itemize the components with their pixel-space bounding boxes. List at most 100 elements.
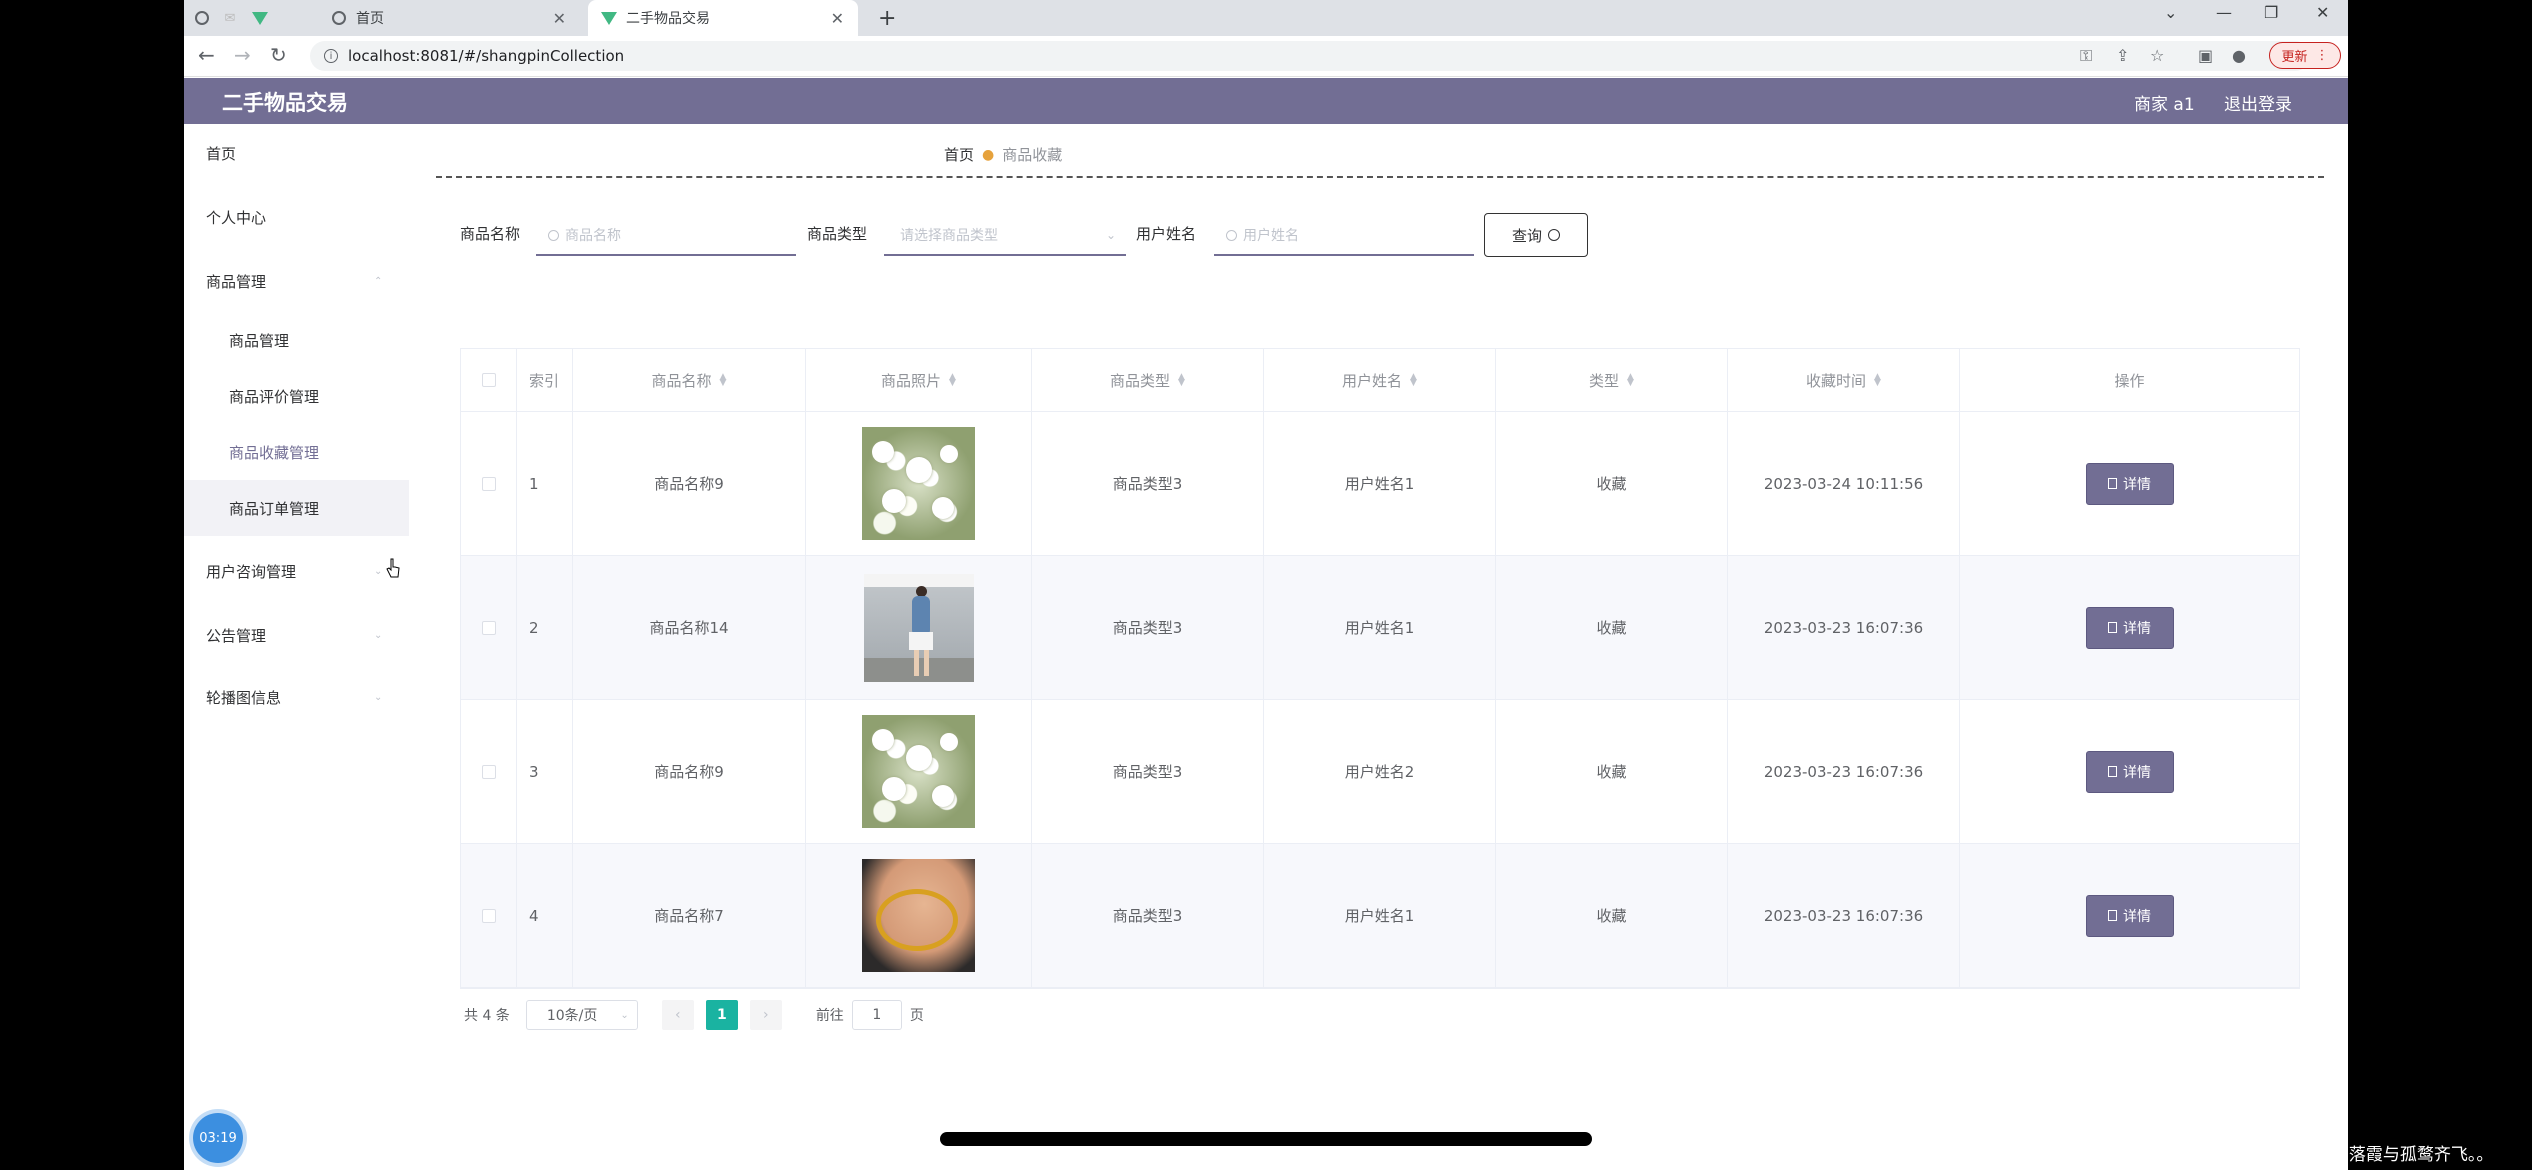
browser-toolbar: ← → ↻ i localhost:8081/#/shangpinCollect… xyxy=(184,36,2348,77)
document-icon xyxy=(2108,622,2117,633)
chevron-down-icon[interactable]: ⌄ xyxy=(2164,3,2177,22)
detail-button[interactable]: 详情 xyxy=(2085,750,2174,793)
goods-type-placeholder: 请选择商品类型 xyxy=(900,228,998,244)
column-header[interactable]: 收藏时间 ▲ ▼ xyxy=(1728,349,1960,411)
tab-pinned-2[interactable]: ✉ xyxy=(222,0,246,36)
document-icon xyxy=(2108,478,2117,489)
query-button[interactable]: 查询 xyxy=(1484,213,1588,257)
sort-icon[interactable]: ▲ ▼ xyxy=(1178,373,1185,388)
sort-icon[interactable]: ▲ ▼ xyxy=(1627,373,1634,388)
goods-photo xyxy=(862,427,975,540)
pagination: 共 4 条 10条/页 ⌄ ‹ 1 › 前往 1 页 xyxy=(464,1000,924,1030)
sidebar-item-label: 首页 xyxy=(206,144,237,163)
breadcrumb-home[interactable]: 首页 xyxy=(944,144,974,165)
tab-title: 二手物品交易 xyxy=(626,11,710,27)
row-checkbox[interactable] xyxy=(481,620,496,635)
close-icon[interactable]: ✕ xyxy=(831,9,844,28)
sidebar-item-carousel[interactable]: 轮播图信息 ⌄ xyxy=(184,668,409,726)
detail-label: 详情 xyxy=(2123,764,2151,781)
column-header[interactable]: 用户姓名 ▲ ▼ xyxy=(1264,349,1496,411)
sidebar-item-label: 商品管理 xyxy=(206,272,267,291)
breadcrumb: 首页 ● 商品收藏 xyxy=(944,144,1062,165)
new-tab-button[interactable]: + xyxy=(878,0,896,36)
update-button[interactable]: 更新 ⋮ xyxy=(2269,42,2341,69)
logout-link[interactable]: 退出登录 xyxy=(2224,90,2292,115)
globe-icon xyxy=(330,9,348,27)
document-icon xyxy=(2108,766,2117,777)
detail-button[interactable]: 详情 xyxy=(2085,462,2174,505)
app-header: 二手物品交易 商家 a1 退出登录 xyxy=(184,78,2348,124)
sidebar-subitem-goods-collection[interactable]: 商品收藏管理 xyxy=(184,424,409,480)
row-checkbox[interactable] xyxy=(481,476,496,491)
goods-type-select[interactable]: 请选择商品类型 ⌄ xyxy=(884,216,1126,256)
column-header[interactable]: 商品名称 ▲ ▼ xyxy=(573,349,806,411)
column-header[interactable]: 商品类型 ▲ ▼ xyxy=(1032,349,1264,411)
address-bar[interactable]: i localhost:8081/#/shangpinCollection xyxy=(310,41,2310,71)
sidebar-item-profile[interactable]: 个人中心 xyxy=(184,188,409,246)
chevron-down-icon: ⌄ xyxy=(374,565,383,577)
sidebar-item-goods[interactable]: 商品管理 ⌃ xyxy=(184,252,409,310)
close-window-icon[interactable]: ✕ xyxy=(2316,3,2329,22)
filter-type-label: 商品类型 xyxy=(807,225,868,243)
share-icon[interactable]: ⇪ xyxy=(2116,46,2129,65)
close-icon[interactable]: ✕ xyxy=(553,9,566,28)
mail-icon: ✉ xyxy=(224,10,236,26)
sort-icon[interactable]: ▲ ▼ xyxy=(1410,373,1417,388)
star-icon[interactable]: ☆ xyxy=(2150,46,2164,65)
tab-title: 首页 xyxy=(356,11,384,27)
column-header-label: 商品类型 xyxy=(1110,371,1171,390)
goods-name-input[interactable]: 商品名称 xyxy=(536,216,796,256)
row-index: 3 xyxy=(517,700,573,843)
reload-icon[interactable]: ↻ xyxy=(270,44,287,66)
collect-time: 2023-03-23 16:07:36 xyxy=(1728,844,1960,987)
detail-button[interactable]: 详情 xyxy=(2085,894,2174,937)
select-all-checkbox[interactable] xyxy=(481,373,496,387)
forward-icon[interactable]: → xyxy=(234,44,251,66)
profile-icon[interactable]: ● xyxy=(2232,46,2246,65)
sidebar-subitem-goods-review[interactable]: 商品评价管理 xyxy=(184,368,409,424)
column-header[interactable]: 商品照片 ▲ ▼ xyxy=(806,349,1032,411)
detail-label: 详情 xyxy=(2123,908,2151,925)
column-header-label: 商品照片 xyxy=(881,371,942,390)
user-name-input[interactable]: 用户姓名 xyxy=(1214,216,1474,256)
sidebar-item-consult[interactable]: 用户咨询管理 ⌄ xyxy=(184,542,409,600)
sidepanel-icon[interactable]: ▣ xyxy=(2198,46,2213,65)
user-name: 用户姓名1 xyxy=(1264,412,1496,555)
recording-timer: 03:19 xyxy=(193,1113,243,1163)
divider xyxy=(436,176,2324,178)
page-number-current[interactable]: 1 xyxy=(705,1000,738,1030)
sort-icon[interactable]: ▲ ▼ xyxy=(720,373,727,388)
minimize-icon[interactable]: — xyxy=(2216,3,2232,22)
watermark: CSDN @落霞与孤鹜齐飞。。 xyxy=(2278,1145,2494,1165)
sidebar-subitem-goods-order[interactable]: 商品订单管理 xyxy=(184,480,409,536)
key-icon[interactable]: ⚿ xyxy=(2080,46,2092,66)
column-header[interactable]: 类型 ▲ ▼ xyxy=(1496,349,1728,411)
goto-prefix: 前往 xyxy=(815,1008,844,1024)
next-page-button[interactable]: › xyxy=(749,1000,782,1030)
column-header-label: 商品名称 xyxy=(651,371,712,390)
restore-icon[interactable]: ❐ xyxy=(2264,3,2278,22)
page-size-select[interactable]: 10条/页 ⌄ xyxy=(525,1000,638,1030)
row-checkbox[interactable] xyxy=(481,908,496,923)
row-checkbox[interactable] xyxy=(481,764,496,779)
goto-page-input[interactable]: 1 xyxy=(851,1000,902,1030)
sidebar-subitem-goods-manage[interactable]: 商品管理 xyxy=(184,312,409,368)
row-index: 2 xyxy=(517,556,573,699)
sort-icon[interactable]: ▲ ▼ xyxy=(949,373,956,388)
back-icon[interactable]: ← xyxy=(198,44,215,66)
info-icon[interactable]: i xyxy=(324,49,338,63)
sidebar-subitem-label: 商品评价管理 xyxy=(229,387,320,406)
goods-photo xyxy=(862,859,975,972)
tab-pinned-3[interactable] xyxy=(252,0,276,36)
tab-home[interactable]: 首页 ✕ xyxy=(330,0,580,36)
tab-active[interactable]: 二手物品交易 ✕ xyxy=(588,0,858,36)
detail-button[interactable]: 详情 xyxy=(2085,606,2174,649)
tab-pinned-1[interactable] xyxy=(194,0,218,36)
sort-icon[interactable]: ▲ ▼ xyxy=(1874,373,1881,388)
goods-name: 商品名称9 xyxy=(573,412,806,555)
sidebar-item-home[interactable]: 首页 xyxy=(184,124,409,182)
prev-page-button[interactable]: ‹ xyxy=(661,1000,694,1030)
sidebar-item-label: 公告管理 xyxy=(206,626,267,645)
user-name: 用户姓名1 xyxy=(1264,556,1496,699)
sidebar-item-notice[interactable]: 公告管理 ⌄ xyxy=(184,606,409,664)
